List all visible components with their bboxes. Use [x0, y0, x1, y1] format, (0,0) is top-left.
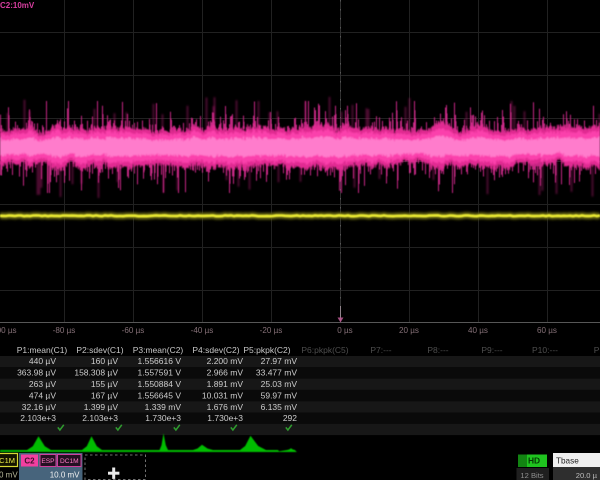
svg-text:160 µV: 160 µV [91, 356, 118, 366]
svg-text:1.556645 V: 1.556645 V [138, 390, 182, 400]
svg-text:P7:---: P7:--- [370, 345, 391, 355]
svg-text:2.966 mV: 2.966 mV [207, 368, 244, 378]
svg-text:0 mV: 0 mV [0, 471, 18, 480]
svg-text:1.339 mV: 1.339 mV [145, 402, 182, 412]
svg-text:1.676 mV: 1.676 mV [207, 402, 244, 412]
svg-text:DC1M: DC1M [60, 458, 79, 465]
svg-text:263 µV: 263 µV [29, 379, 56, 389]
svg-text:20 µs: 20 µs [399, 326, 419, 335]
svg-text:1.557591 V: 1.557591 V [138, 368, 182, 378]
svg-text:P5:pkpk(C2): P5:pkpk(C2) [243, 345, 290, 355]
svg-text:0 µs: 0 µs [337, 326, 352, 335]
svg-text:33.477 mV: 33.477 mV [256, 368, 297, 378]
svg-text:C1M: C1M [0, 456, 15, 465]
svg-text:P8:---: P8:--- [427, 345, 448, 355]
svg-text:P6:pkpk(C5): P6:pkpk(C5) [301, 345, 348, 355]
svg-text:1.730e+3: 1.730e+3 [207, 413, 243, 423]
svg-text:155 µV: 155 µV [91, 379, 118, 389]
svg-text:1.556616 V: 1.556616 V [138, 356, 182, 366]
svg-text:P1:mean(C1): P1:mean(C1) [17, 345, 68, 355]
svg-text:-40 µs: -40 µs [191, 326, 214, 335]
svg-text:474 µV: 474 µV [29, 390, 56, 400]
svg-text:32.16 µV: 32.16 µV [22, 402, 57, 412]
svg-text:2.103e+3: 2.103e+3 [20, 413, 56, 423]
svg-text:P10:---: P10:--- [532, 345, 558, 355]
svg-text:2.200 mV: 2.200 mV [207, 356, 244, 366]
svg-text:1.550884 V: 1.550884 V [138, 379, 182, 389]
svg-text:25.03 mV: 25.03 mV [261, 379, 298, 389]
svg-text:P2:sdev(C1): P2:sdev(C1) [76, 345, 123, 355]
svg-text:P4:sdev(C2): P4:sdev(C2) [192, 345, 239, 355]
svg-text:ESP: ESP [41, 458, 55, 465]
svg-text:HD: HD [528, 456, 540, 466]
svg-text:167 µV: 167 µV [91, 390, 118, 400]
svg-text:Tbase: Tbase [556, 456, 579, 465]
svg-text:27.97 mV: 27.97 mV [261, 356, 298, 366]
svg-text:60 µs: 60 µs [537, 326, 557, 335]
svg-text:10.0 mV: 10.0 mV [50, 471, 80, 480]
svg-text:20.0 µ: 20.0 µ [576, 471, 598, 480]
svg-text:1.730e+3: 1.730e+3 [145, 413, 181, 423]
svg-text:2.103e+3: 2.103e+3 [82, 413, 118, 423]
svg-text:1.399 µV: 1.399 µV [84, 402, 119, 412]
svg-text:C2:10mV: C2:10mV [0, 1, 35, 10]
svg-text:6.135 mV: 6.135 mV [261, 402, 298, 412]
svg-text:158.308 µV: 158.308 µV [74, 368, 118, 378]
svg-text:P11: P11 [594, 345, 600, 355]
svg-text:363.98 µV: 363.98 µV [17, 368, 56, 378]
svg-text:10.031 mV: 10.031 mV [202, 390, 243, 400]
svg-text:440 µV: 440 µV [29, 356, 56, 366]
svg-text:-100 µs: -100 µs [0, 326, 17, 335]
svg-text:-60 µs: -60 µs [122, 326, 145, 335]
svg-text:P3:mean(C2): P3:mean(C2) [133, 345, 184, 355]
svg-text:1.891 mV: 1.891 mV [207, 379, 244, 389]
svg-text:292: 292 [283, 413, 297, 423]
svg-text:59.97 mV: 59.97 mV [261, 390, 298, 400]
svg-text:P9:---: P9:--- [481, 345, 502, 355]
svg-text:-20 µs: -20 µs [260, 326, 283, 335]
svg-text:C2: C2 [24, 457, 35, 466]
svg-text:40 µs: 40 µs [468, 326, 488, 335]
svg-text:-80 µs: -80 µs [53, 326, 76, 335]
svg-text:12 Bits: 12 Bits [520, 471, 543, 480]
